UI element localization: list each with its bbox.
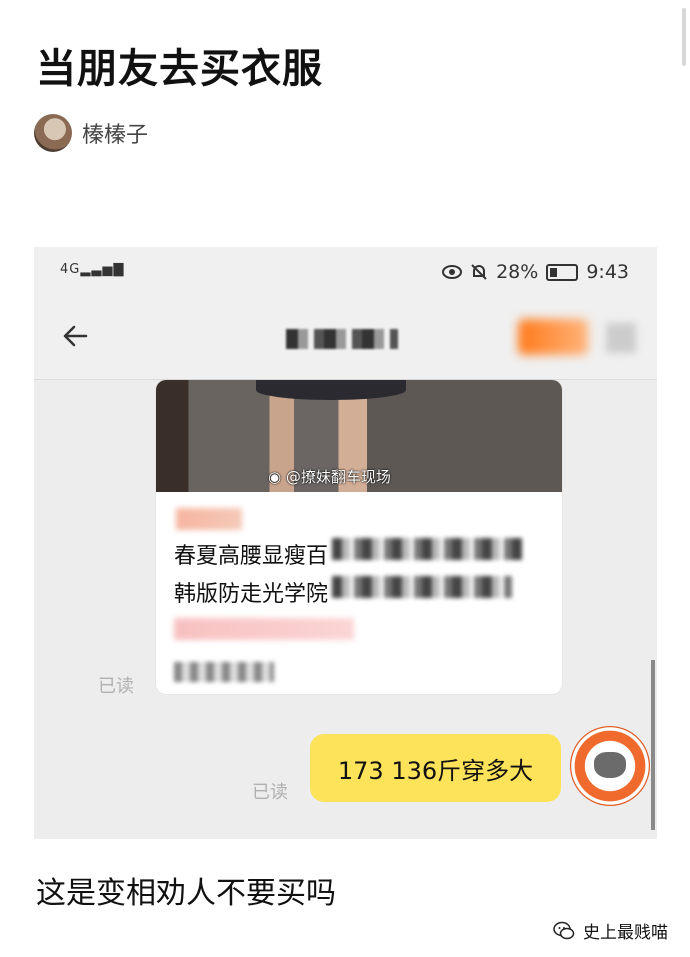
product-title-redacted [332, 576, 513, 598]
page-scrollbar[interactable] [682, 8, 686, 66]
header-menu-redacted[interactable] [606, 323, 636, 353]
header-action-redacted[interactable] [518, 319, 588, 355]
battery-icon [546, 263, 579, 281]
product-title-line2: 韩版防走光学院 [174, 576, 513, 608]
mute-bell-icon [471, 264, 487, 280]
sent-message-bubble[interactable]: 173 136斤穿多大 [310, 734, 561, 802]
eye-icon [442, 265, 463, 279]
image-watermark: ◉ @撩妹翻车现场 [268, 468, 391, 486]
back-arrow-icon[interactable] [60, 321, 90, 351]
card-tag-redacted [176, 508, 242, 530]
product-title-line1: 春夏高腰显瘦百 [174, 538, 523, 570]
author-name[interactable]: 榛榛子 [82, 117, 148, 149]
battery-percent: 28% [496, 261, 539, 283]
author-avatar[interactable] [34, 114, 72, 152]
chat-scrollbar[interactable] [651, 660, 655, 830]
product-title-line2-text: 韩版防走光学院 [174, 582, 329, 607]
article-caption: 这是变相劝人不要买吗 [36, 876, 336, 911]
read-receipt: 已读 [98, 676, 134, 697]
read-receipt: 已读 [252, 782, 288, 803]
status-bar: 4G▂▃▅▇ 28% 9:43 [34, 247, 657, 297]
product-photo-detail [256, 380, 406, 400]
signal-label: 4G [60, 262, 81, 277]
source-badge[interactable]: 史上最贱喵 [553, 918, 668, 943]
watermark-text: @撩妹翻车现场 [285, 468, 391, 486]
chat-title-redacted [286, 329, 398, 349]
product-title-redacted [332, 538, 523, 560]
article-title: 当朋友去买衣服 [36, 46, 323, 92]
status-time: 9:43 [586, 261, 629, 283]
wechat-icon [553, 921, 575, 939]
avatar-character [594, 752, 626, 778]
chat-screenshot: 4G▂▃▅▇ 28% 9:43 ◉ @撩妹翻车现场 春夏高腰显瘦百 韩版防走光学… [34, 247, 657, 839]
status-right: 28% 9:43 [442, 261, 629, 283]
source-name[interactable]: 史上最贱喵 [583, 918, 668, 943]
product-title-line1-text: 春夏高腰显瘦百 [174, 544, 329, 569]
signal-indicator: 4G▂▃▅▇ [60, 262, 125, 277]
chat-header [34, 297, 657, 380]
chat-messages: ◉ @撩妹翻车现场 春夏高腰显瘦百 韩版防走光学院 已读 173 136斤穿多大… [34, 380, 657, 839]
product-source-redacted [174, 662, 274, 682]
product-card[interactable]: ◉ @撩妹翻车现场 春夏高腰显瘦百 韩版防走光学院 [156, 380, 562, 694]
author-row[interactable]: 榛榛子 [34, 114, 148, 152]
product-price-redacted [174, 618, 354, 640]
